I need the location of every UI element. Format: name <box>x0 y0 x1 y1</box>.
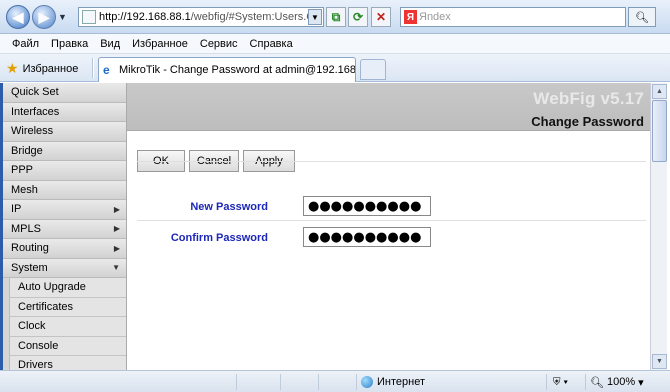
search-input[interactable]: Я Яndex <box>400 7 626 27</box>
collapse-arrow-icon: ▼ <box>112 263 120 273</box>
tab-row: ★ Избранное e MikroTik - Change Password… <box>0 54 670 82</box>
back-button[interactable]: ◀ <box>6 5 30 29</box>
address-dropdown-icon[interactable]: ▼ <box>308 9 322 25</box>
zoom-icon: 🔍︎ <box>590 376 604 389</box>
menu-favorites[interactable]: Избранное <box>126 38 194 50</box>
status-bar: Интернет ⛨ ▾ 🔍︎ 100% ▾ <box>0 370 670 392</box>
tab-divider <box>92 58 94 78</box>
status-divider <box>280 374 281 390</box>
compatibility-view-button[interactable]: ⧉ <box>326 7 346 27</box>
confirm-password-field[interactable]: ●●●●●●●●●● <box>303 227 431 247</box>
sidebar-item-label: PPP <box>11 164 34 177</box>
page-viewport: Quick Set Interfaces Wireless Bridge PPP… <box>0 83 650 370</box>
sidebar-item-label: Mesh <box>11 183 38 196</box>
sidebar-item-wireless[interactable]: Wireless <box>3 122 126 142</box>
vertical-scrollbar[interactable]: ▲ ▼ <box>650 83 667 370</box>
stop-button[interactable]: ✕ <box>371 7 391 27</box>
sidebar-item-routing[interactable]: Routing ▶ <box>3 239 126 259</box>
new-tab-button[interactable] <box>360 59 386 80</box>
zoom-level: 100% <box>606 376 636 388</box>
sidebar-item-ip[interactable]: IP ▶ <box>3 200 126 220</box>
page-title: Change Password <box>531 114 644 129</box>
menu-edit[interactable]: Правка <box>45 38 94 50</box>
confirm-password-row: Confirm Password ●●●●●●●●●● <box>127 227 650 251</box>
sidebar-item-label: IP <box>11 203 22 216</box>
sidebar-item-bridge[interactable]: Bridge <box>3 141 126 161</box>
refresh-button[interactable]: ⟳ <box>348 7 368 27</box>
menu-tools[interactable]: Сервис <box>194 38 244 50</box>
search-placeholder: Яndex <box>419 11 451 23</box>
tab-title: MikroTik - Change Password at admin@192.… <box>119 64 356 76</box>
sidebar-item-interfaces[interactable]: Interfaces <box>3 102 126 122</box>
scroll-down-icon[interactable]: ▼ <box>652 354 667 369</box>
menu-help[interactable]: Справка <box>244 38 299 50</box>
divider <box>137 161 646 162</box>
protected-mode-button[interactable]: ⛨ ▾ <box>546 374 568 390</box>
sidebar-subitem-clock[interactable]: Clock <box>9 317 126 337</box>
sidebar-item-quick-set[interactable]: Quick Set <box>3 83 126 103</box>
main-content: WebFig v5.17 Change Password OK Cancel A… <box>127 83 650 370</box>
sidebar: Quick Set Interfaces Wireless Bridge PPP… <box>3 83 127 370</box>
url-path: /webfig/#System:Users.Ch <box>190 11 321 23</box>
search-button[interactable]: 🔍︎ <box>628 7 656 27</box>
sidebar-item-label: Interfaces <box>11 105 60 118</box>
sidebar-subitem-drivers[interactable]: Drivers <box>9 356 126 370</box>
compatibility-icon: ⧉ <box>331 9 341 24</box>
address-bar[interactable]: http://192.168.88.1/webfig/#System:Users… <box>78 7 324 27</box>
expand-arrow-icon: ▶ <box>113 224 120 234</box>
sidebar-item-label: Bridge <box>11 144 43 157</box>
security-zone: Интернет <box>356 374 425 390</box>
sidebar-item-system[interactable]: System ▼ <box>3 258 126 278</box>
menu-view[interactable]: Вид <box>94 38 126 50</box>
url-host: http://192.168.88.1 <box>99 11 191 23</box>
brand-title: WebFig v5.17 <box>533 89 644 108</box>
sidebar-item-label: Wireless <box>11 125 54 138</box>
sidebar-subitem-certificates[interactable]: Certificates <box>9 297 126 317</box>
new-password-field[interactable]: ●●●●●●●●●● <box>303 196 431 216</box>
globe-icon <box>361 376 373 388</box>
new-password-row: New Password ●●●●●●●●●● <box>127 196 650 220</box>
forward-button[interactable]: ▶ <box>32 5 56 29</box>
expand-arrow-icon: ▶ <box>113 243 120 253</box>
forward-arrow-icon: ▶ <box>38 8 50 25</box>
back-arrow-icon: ◀ <box>12 8 24 25</box>
expand-arrow-icon: ▶ <box>113 204 120 214</box>
sidebar-subitem-console[interactable]: Console <box>9 336 126 356</box>
scroll-up-icon[interactable]: ▲ <box>652 84 667 99</box>
stop-icon: ✕ <box>375 10 387 24</box>
search-icon: 🔍︎ <box>635 11 649 24</box>
page-icon <box>82 10 96 24</box>
divider <box>137 220 646 221</box>
status-divider <box>236 374 237 390</box>
sidebar-item-label: MPLS <box>11 222 41 235</box>
new-password-label: New Password <box>190 201 268 213</box>
page-header: WebFig v5.17 Change Password <box>127 83 650 131</box>
menu-file[interactable]: Файл <box>6 38 45 50</box>
sidebar-subitem-auto-upgrade[interactable]: Auto Upgrade <box>9 278 126 298</box>
tab-active[interactable]: e MikroTik - Change Password at admin@19… <box>98 57 356 82</box>
star-icon: ★ <box>6 60 19 76</box>
chevron-down-icon: ▾ <box>638 376 644 389</box>
status-divider <box>318 374 319 390</box>
browser-toolbar: ◀ ▶ ▼ http://192.168.88.1/webfig/#System… <box>0 0 670 34</box>
favorites-label: Избранное <box>22 62 79 75</box>
sidebar-item-mesh[interactable]: Mesh <box>3 180 126 200</box>
sidebar-item-mpls[interactable]: MPLS ▶ <box>3 219 126 239</box>
ie-page-icon: e <box>103 63 110 77</box>
refresh-icon: ⟳ <box>352 10 364 24</box>
sidebar-item-label: Quick Set <box>11 86 59 99</box>
yandex-logo-icon: Я <box>404 10 417 24</box>
zone-label: Интернет <box>377 376 425 388</box>
sidebar-item-ppp[interactable]: PPP <box>3 161 126 181</box>
favorites-button[interactable]: ★ Избранное <box>6 60 78 77</box>
recent-pages-dropdown-icon[interactable]: ▼ <box>58 12 67 22</box>
sidebar-item-label: Routing <box>11 242 49 255</box>
menu-bar: Файл Правка Вид Избранное Сервис Справка <box>0 34 670 54</box>
sidebar-item-label: System <box>11 261 48 274</box>
protected-mode-icon: ⛨ ▾ <box>553 376 569 388</box>
confirm-password-label: Confirm Password <box>170 232 268 244</box>
zoom-button[interactable]: 🔍︎ 100% ▾ <box>585 374 644 390</box>
scrollbar-thumb[interactable] <box>652 100 667 162</box>
